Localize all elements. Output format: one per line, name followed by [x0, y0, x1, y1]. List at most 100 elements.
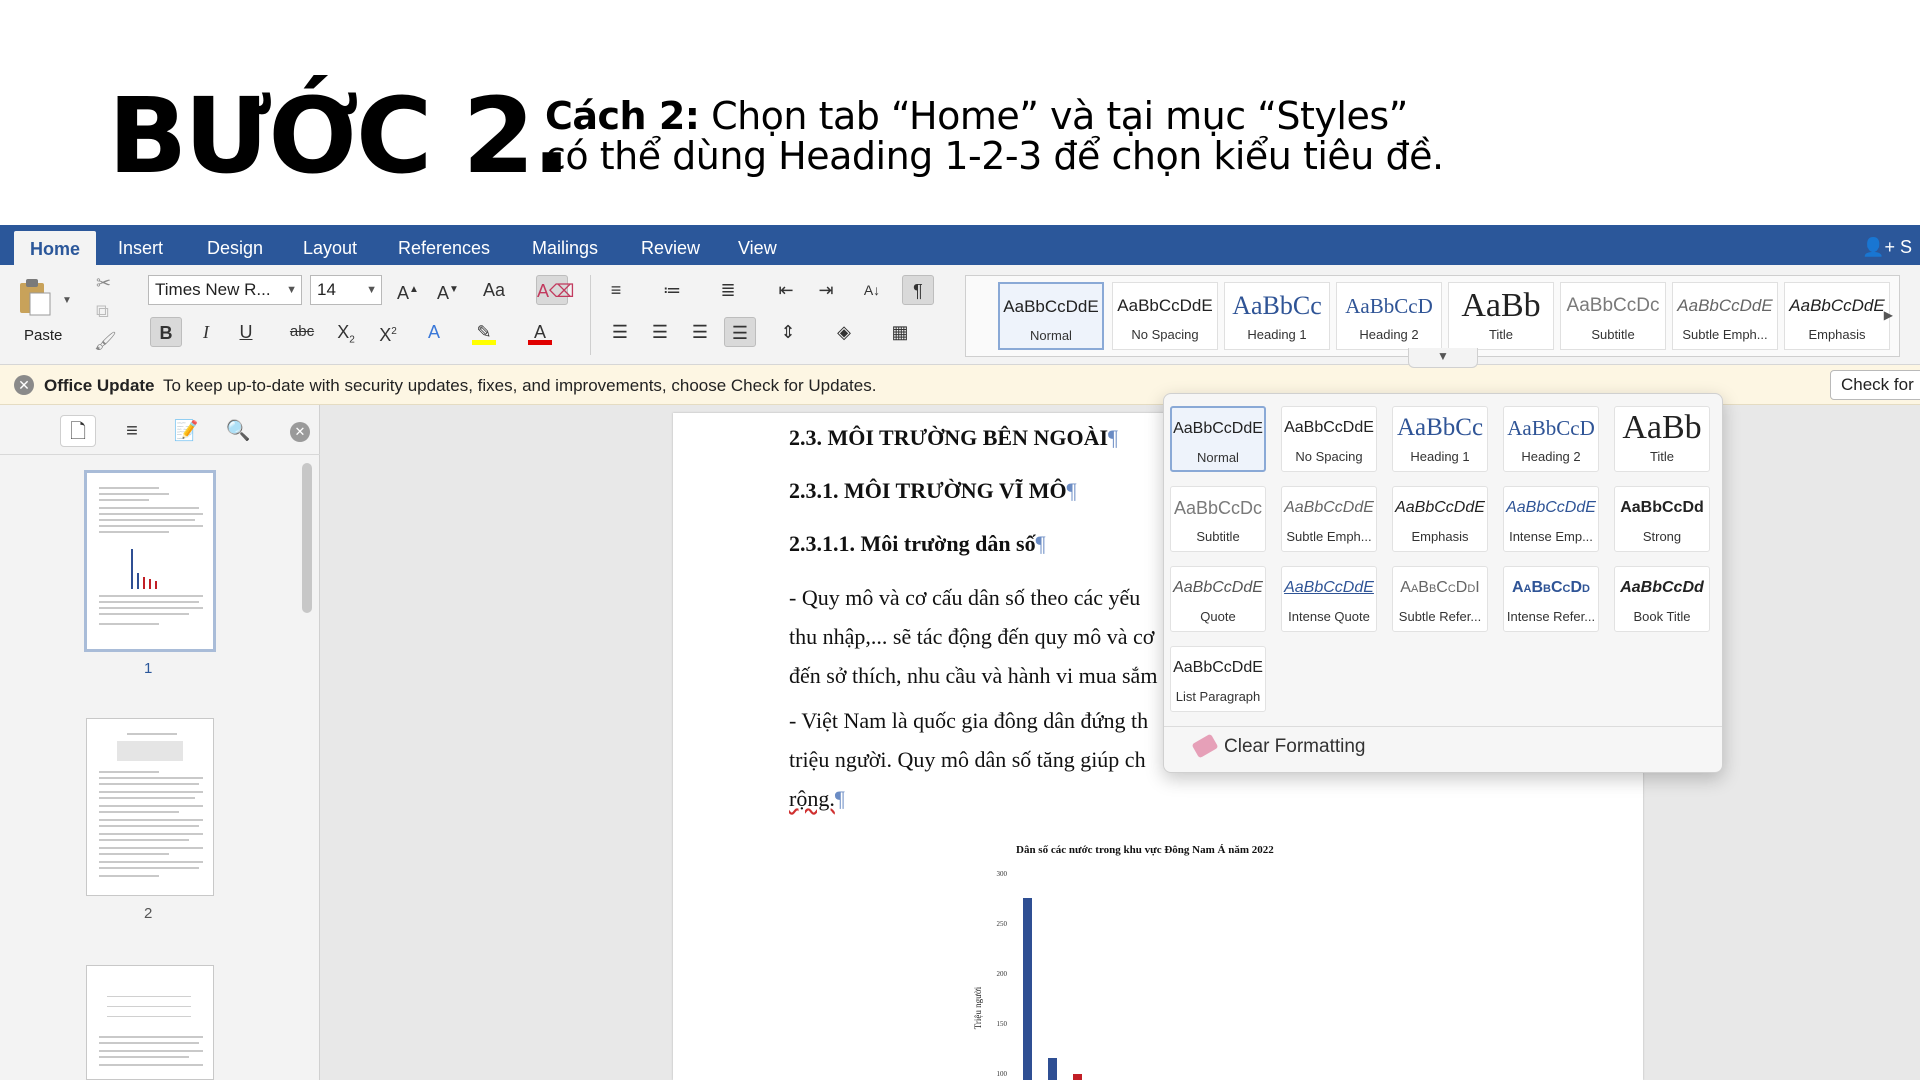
gallery-style-heading-1[interactable]: AaBbCc Heading 1	[1224, 282, 1330, 350]
style-emphasis[interactable]: AaBbCcDdE Emphasis	[1392, 486, 1488, 552]
body-line[interactable]: đến sở thích, nhu cầu và hành vi mua sắm	[789, 663, 1157, 689]
search-icon[interactable]: 🔍	[220, 415, 256, 447]
page-thumbnail[interactable]	[86, 718, 214, 896]
body-line[interactable]: triệu người. Quy mô dân số tăng giúp ch	[789, 747, 1146, 773]
body-line[interactable]: thu nhập,... sẽ tác động đến quy mô và c…	[789, 624, 1154, 650]
multilevel-list-button[interactable]: ≣	[712, 275, 744, 305]
line-spacing-button[interactable]: ⇕	[772, 317, 804, 347]
align-right-button[interactable]: ☰	[684, 317, 716, 347]
doc-line-text: 2.3. MÔI TRƯỜNG BÊN NGOÀI	[789, 425, 1109, 450]
gallery-style-subtle-emphasis[interactable]: AaBbCcDdE Subtle Emph...	[1672, 282, 1778, 350]
bullets-button[interactable]: ≡	[600, 275, 632, 305]
tab-design[interactable]: Design	[207, 225, 263, 265]
check-for-updates-button[interactable]: Check for	[1830, 370, 1920, 400]
bold-button[interactable]: B	[150, 317, 182, 347]
style-heading-1[interactable]: AaBbCc Heading 1	[1392, 406, 1488, 472]
text-effects-button[interactable]: A	[418, 317, 450, 347]
subscript-button[interactable]: X2	[330, 317, 362, 347]
tab-home[interactable]: Home	[14, 231, 97, 265]
gallery-style-no-spacing[interactable]: AaBbCcDdE No Spacing	[1112, 282, 1218, 350]
body-line[interactable]: - Việt Nam là quốc gia đông dân đứng th	[789, 708, 1148, 734]
style-subtle-emphasis[interactable]: AaBbCcDdE Subtle Emph...	[1281, 486, 1377, 552]
style-quote[interactable]: AaBbCcDdE Quote	[1170, 566, 1266, 632]
style-preview: AaBbCcD	[1345, 294, 1433, 318]
page-number: 1	[144, 660, 153, 677]
body-line[interactable]: - Quy mô và cơ cấu dân số theo các yếu	[789, 585, 1140, 611]
close-icon[interactable]: ✕	[290, 422, 310, 442]
shrink-font-button[interactable]: A▼	[432, 275, 464, 305]
paste-dropdown-icon[interactable]: ▼	[62, 295, 72, 306]
sort-button[interactable]: A↓	[856, 275, 888, 305]
tab-review[interactable]: Review	[641, 225, 700, 265]
superscript-button[interactable]: X2	[372, 317, 404, 347]
decrease-indent-button[interactable]: ⇤	[770, 275, 802, 305]
style-normal[interactable]: AaBbCcDdE Normal	[1170, 406, 1266, 472]
style-name: Normal	[1030, 328, 1072, 343]
chevron-down-icon: ▼	[286, 284, 297, 296]
font-color-button[interactable]: A	[524, 317, 556, 347]
tab-view[interactable]: View	[738, 225, 777, 265]
gallery-style-emphasis[interactable]: AaBbCcDdE Emphasis	[1784, 282, 1890, 350]
underline-button[interactable]: U	[230, 317, 262, 347]
copy-icon[interactable]: ⧉	[96, 301, 109, 322]
style-no-spacing[interactable]: AaBbCcDdE No Spacing	[1281, 406, 1377, 472]
tab-references[interactable]: References	[398, 225, 490, 265]
heading-2-3[interactable]: 2.3. MÔI TRƯỜNG BÊN NGOÀI¶	[789, 425, 1118, 451]
paste-icon[interactable]	[18, 277, 52, 317]
page-thumbnail[interactable]	[86, 965, 214, 1080]
borders-button[interactable]: ▦	[884, 317, 916, 347]
heading-2-3-1[interactable]: 2.3.1. MÔI TRƯỜNG VĨ MÔ¶	[789, 478, 1077, 504]
pilcrow-mark: ¶	[1066, 478, 1077, 503]
italic-button[interactable]: I	[190, 317, 222, 347]
tab-layout[interactable]: Layout	[303, 225, 357, 265]
y-tick-label: 200	[997, 970, 1008, 978]
outline-icon[interactable]: ≡	[114, 415, 150, 447]
nav-scrollbar[interactable]	[302, 463, 312, 613]
style-intense-emphasis[interactable]: AaBbCcDdE Intense Emp...	[1503, 486, 1599, 552]
share-button[interactable]: 👤+ S	[1862, 237, 1912, 258]
heading-2-3-1-1[interactable]: 2.3.1.1. Môi trường dân số¶	[789, 531, 1046, 557]
shading-button[interactable]: ◈	[828, 317, 860, 347]
style-title[interactable]: AaBb Title	[1614, 406, 1710, 472]
style-intense-quote[interactable]: AaBbCcDdE Intense Quote	[1281, 566, 1377, 632]
font-size-select[interactable]: 14 ▼	[310, 275, 382, 305]
doc-line-text: 2.3.1. MÔI TRƯỜNG VĨ MÔ	[789, 478, 1067, 503]
gallery-style-normal[interactable]: AaBbCcDdE Normal	[998, 282, 1104, 350]
style-strong[interactable]: AaBbCcDd Strong	[1614, 486, 1710, 552]
gallery-style-heading-2[interactable]: AaBbCcD Heading 2	[1336, 282, 1442, 350]
increase-indent-button[interactable]: ⇥	[810, 275, 842, 305]
style-subtitle[interactable]: AaBbCcDc Subtitle	[1170, 486, 1266, 552]
dismiss-icon[interactable]: ✕	[14, 375, 34, 395]
document-map-icon[interactable]: 📝	[168, 415, 204, 447]
page-thumbnail[interactable]	[84, 470, 216, 652]
font-name-select[interactable]: Times New R... ▼	[148, 275, 302, 305]
thumbnails-icon[interactable]: 🗋	[60, 415, 96, 447]
pilcrow-mark: ¶	[1035, 531, 1046, 556]
clear-formatting-icon[interactable]: A⌫	[536, 275, 574, 305]
strikethrough-button[interactable]: abc	[286, 317, 318, 347]
tab-insert[interactable]: Insert	[118, 225, 163, 265]
align-center-button[interactable]: ☰	[644, 317, 676, 347]
style-book-title[interactable]: AaBbCcDd Book Title	[1614, 566, 1710, 632]
gallery-style-title[interactable]: AaBb Title	[1448, 282, 1554, 350]
style-subtle-reference[interactable]: AaBbCcDdI Subtle Refer...	[1392, 566, 1488, 632]
styles-pane-toggle[interactable]: ▼	[1408, 348, 1478, 368]
align-left-button[interactable]: ☰	[604, 317, 636, 347]
change-case-button[interactable]: Aa	[478, 275, 510, 305]
cut-icon[interactable]: ✂	[96, 273, 111, 294]
gallery-style-subtitle[interactable]: AaBbCcDc Subtitle	[1560, 282, 1666, 350]
numbering-button[interactable]: ≔	[656, 275, 688, 305]
grow-font-button[interactable]: A▲	[392, 275, 424, 305]
justify-button[interactable]: ☰	[724, 317, 756, 347]
format-painter-icon[interactable]: 🖌	[94, 331, 117, 352]
style-preview: AaBbCcDd	[1512, 579, 1590, 596]
gallery-next-arrow-icon[interactable]: ▶	[1884, 308, 1893, 322]
clear-formatting-button[interactable]: Clear Formatting	[1191, 733, 1366, 759]
body-line-last[interactable]: rộng.¶	[789, 786, 845, 812]
style-list-paragraph[interactable]: AaBbCcDdE List Paragraph	[1170, 646, 1266, 712]
style-intense-reference[interactable]: AaBbCcDd Intense Refer...	[1503, 566, 1599, 632]
highlight-color-button[interactable]: ✎	[468, 317, 500, 347]
style-heading-2[interactable]: AaBbCcD Heading 2	[1503, 406, 1599, 472]
show-formatting-button[interactable]: ¶	[902, 275, 934, 305]
tab-mailings[interactable]: Mailings	[532, 225, 598, 265]
